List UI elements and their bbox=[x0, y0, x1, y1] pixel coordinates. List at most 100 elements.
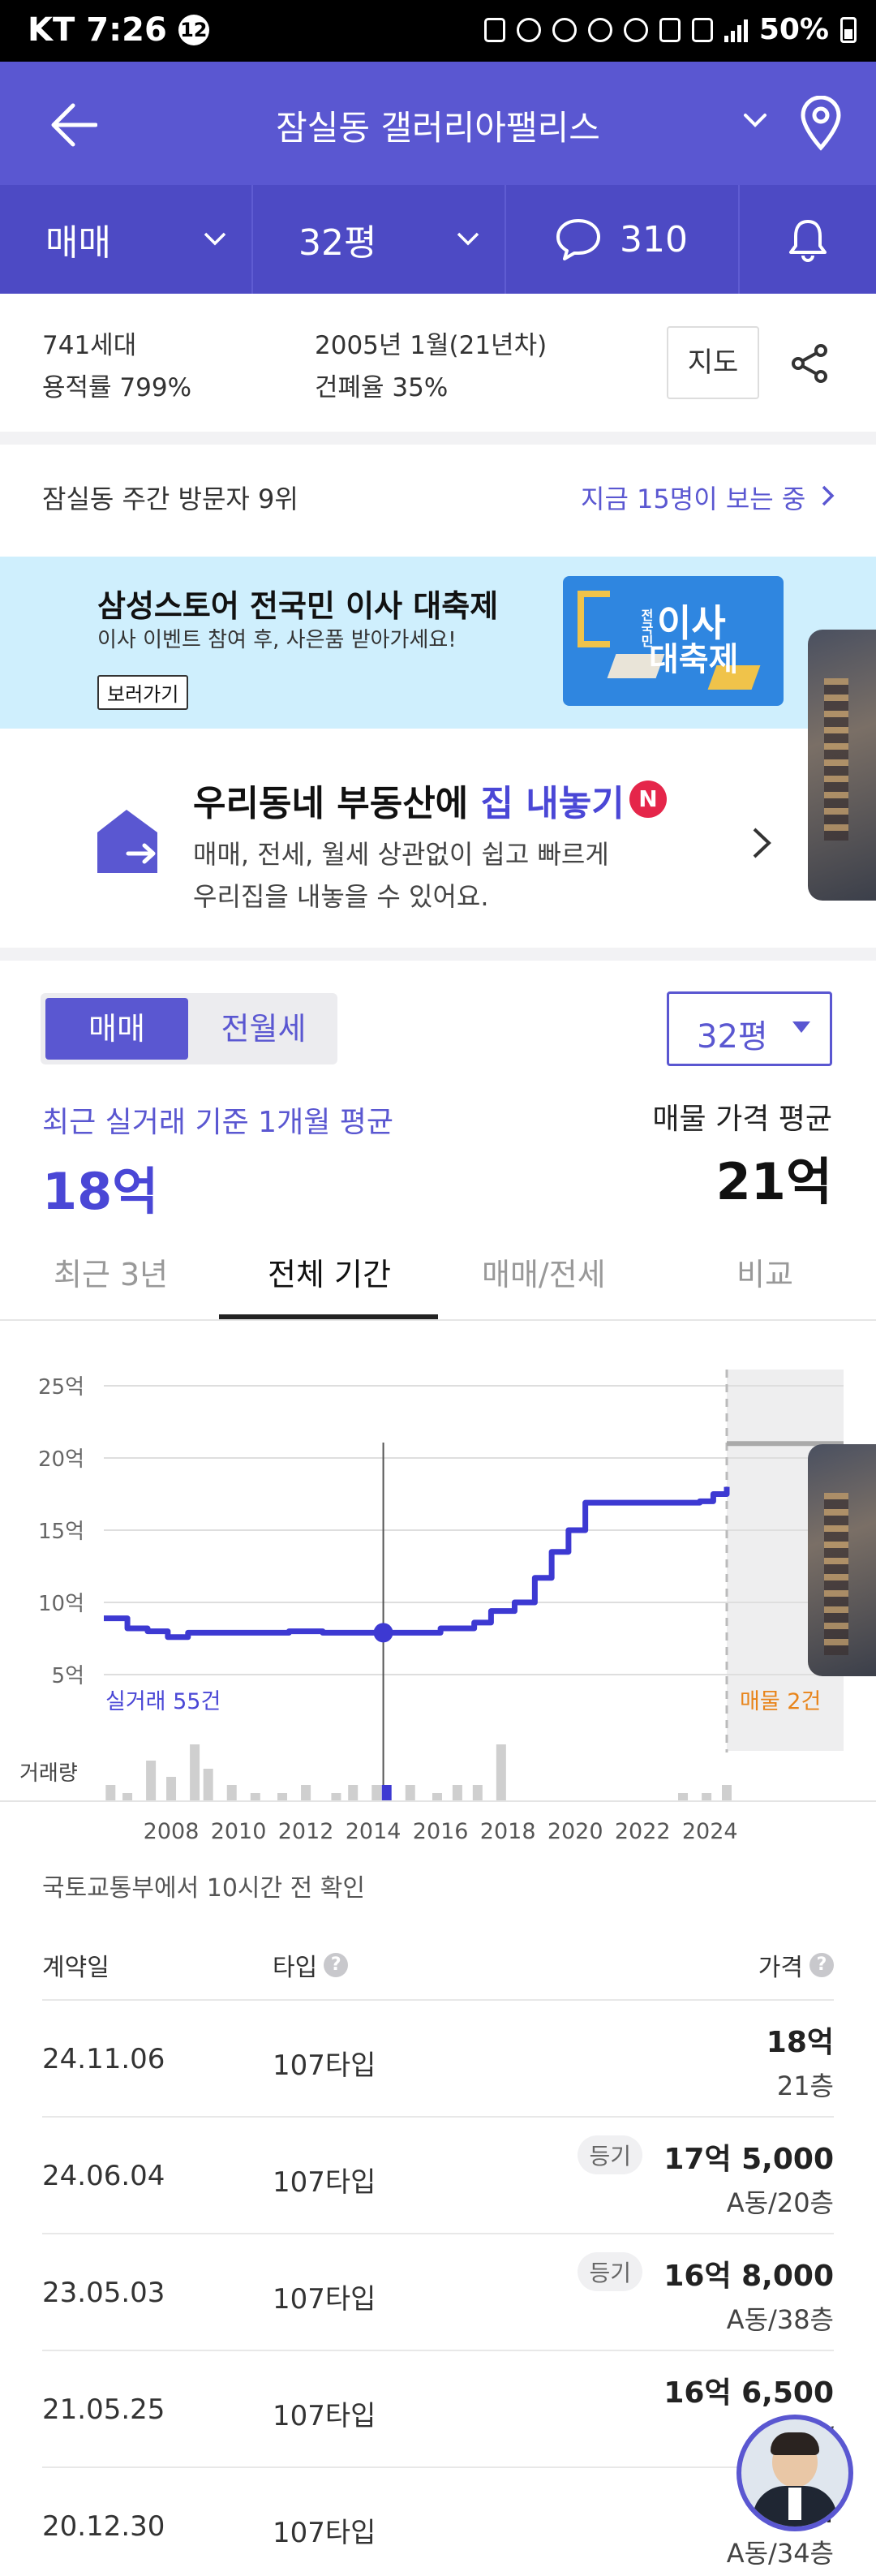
volume-bar bbox=[452, 1785, 462, 1801]
help-icon[interactable]: ? bbox=[809, 1953, 834, 1977]
row-date: 20.12.30 bbox=[42, 2510, 165, 2543]
row-date: 24.11.06 bbox=[42, 2043, 165, 2075]
row-price: 17억 5,000 bbox=[663, 2143, 834, 2176]
list-my-home-banner[interactable]: 우리동네 부동산에 집 내놓기 N 매매, 전세, 월세 상관없이 쉽고 빠르게… bbox=[0, 738, 876, 948]
notification-button[interactable] bbox=[740, 185, 876, 294]
row-floor: A동/20층 bbox=[726, 2187, 834, 2218]
volume-bar bbox=[678, 1793, 689, 1801]
listing-count-label: 매물 2건 bbox=[740, 1689, 821, 1714]
tab-compare[interactable]: 비교 bbox=[736, 1249, 793, 1294]
row-date: 23.05.03 bbox=[42, 2277, 165, 2309]
x-tick-label: 2024 bbox=[682, 1819, 738, 1844]
recent-avg-value: 18억 bbox=[42, 1162, 159, 1221]
x-tick-label: 2008 bbox=[144, 1819, 200, 1844]
x-tick-label: 2020 bbox=[548, 1819, 603, 1844]
tab-sale-jeonse[interactable]: 매매/전세 bbox=[482, 1249, 606, 1294]
size-select[interactable]: 32평 bbox=[667, 991, 832, 1066]
volume-bar bbox=[166, 1777, 177, 1801]
row-type: 107타입 bbox=[273, 2166, 376, 2199]
segment-sale[interactable]: 매매 bbox=[45, 998, 188, 1060]
visitor-rank-row[interactable]: 잠실동 주간 방문자 9위 지금 15명이 보는 중 bbox=[0, 445, 876, 547]
mute-icon bbox=[587, 17, 612, 42]
location-icon bbox=[623, 17, 648, 42]
column-price: 가격 ? bbox=[758, 1947, 834, 1983]
volume-bar bbox=[348, 1785, 359, 1801]
deal-type-dropdown[interactable]: 매매 bbox=[0, 185, 253, 294]
ad-cta-button[interactable]: 보러가기 bbox=[97, 675, 189, 710]
x-tick-label: 2010 bbox=[211, 1819, 267, 1844]
row-date: 21.05.25 bbox=[42, 2393, 165, 2426]
map-button[interactable]: 지도 bbox=[667, 326, 759, 399]
volume-bar bbox=[190, 1744, 200, 1801]
volume-bar bbox=[203, 1769, 213, 1801]
row-floor: A동/34층 bbox=[726, 2538, 834, 2569]
y-tick-label: 5억 bbox=[52, 1664, 84, 1688]
volume-bar bbox=[226, 1785, 237, 1801]
x-tick-label: 2014 bbox=[346, 1819, 402, 1844]
ad-title: 삼성스토어 전국민 이사 대축제 bbox=[97, 588, 499, 624]
size-select-label: 32평 bbox=[697, 1018, 768, 1056]
carrier-label: KT bbox=[28, 11, 75, 49]
x-tick-label: 2016 bbox=[413, 1819, 469, 1844]
floating-photo-thumbnail[interactable] bbox=[808, 630, 876, 901]
listing-title-a: 우리동네 부동산에 bbox=[193, 783, 481, 824]
table-row[interactable]: 23.05.03 107타입 16억 8,000 A동/38층 등기 bbox=[42, 2233, 834, 2350]
volume-bar bbox=[122, 1793, 133, 1801]
tab-all-period[interactable]: 전체 기간 bbox=[268, 1249, 391, 1294]
row-price: 18억 bbox=[766, 2026, 834, 2059]
comments-button[interactable]: 310 bbox=[506, 185, 740, 294]
volume-label: 거래량 bbox=[19, 1761, 78, 1786]
built-date: 2005년 1월(21년차) bbox=[315, 331, 548, 360]
deal-segment: 매매 전월세 bbox=[41, 993, 337, 1064]
table-row[interactable]: 21.05.25107타입16억 6,500A동/ bbox=[42, 2350, 834, 2466]
x-tick-label: 2018 bbox=[480, 1819, 536, 1844]
row-floor: A동/38층 bbox=[726, 2304, 834, 2335]
column-type-label: 타입 bbox=[273, 1954, 318, 1982]
help-icon[interactable]: ? bbox=[324, 1953, 349, 1977]
size-label: 32평 bbox=[298, 222, 377, 264]
segment-rent[interactable]: 전월세 bbox=[195, 998, 333, 1060]
listing-avg-label: 매물 가격 평균 bbox=[652, 1103, 832, 1136]
chevron-down-icon[interactable] bbox=[743, 112, 767, 128]
volume-bar bbox=[496, 1744, 506, 1801]
battery-saver-icon bbox=[483, 17, 505, 42]
chevron-down-icon bbox=[457, 232, 479, 246]
location-pin-icon[interactable] bbox=[800, 96, 842, 151]
column-price-label: 가격 bbox=[758, 1954, 803, 1982]
listing-title: 우리동네 부동산에 집 내놓기 bbox=[193, 774, 625, 826]
table-row[interactable]: 24.06.04 107타입 17억 5,000 A동/20층 등기 bbox=[42, 2116, 834, 2233]
signal-icon bbox=[724, 18, 748, 42]
chevron-down-icon bbox=[204, 232, 226, 246]
section-divider bbox=[0, 432, 876, 445]
listing-line2: 우리집을 내놓을 수 있어요. bbox=[193, 881, 489, 912]
ad-banner[interactable]: 삼성스토어 전국민 이사 대축제 이사 이벤트 참여 후, 사은품 받아가세요!… bbox=[0, 557, 876, 729]
registered-tag: 등기 bbox=[578, 2135, 642, 2174]
agent-avatar[interactable] bbox=[736, 2415, 853, 2531]
row-price: 16억 6,500 bbox=[663, 2376, 834, 2410]
section-divider bbox=[0, 948, 876, 961]
volume-bar bbox=[146, 1761, 157, 1801]
complex-info: 741세대 용적률 799% 2005년 1월(21년차) 건폐율 35% 지도 bbox=[0, 294, 876, 432]
size-dropdown[interactable]: 32평 bbox=[253, 185, 506, 294]
row-price: 16억 8,000 bbox=[663, 2260, 834, 2293]
filter-bar: 매매 32평 310 bbox=[0, 185, 876, 294]
x-tick-label: 2022 bbox=[615, 1819, 671, 1844]
volume-bar bbox=[277, 1793, 288, 1801]
floating-photo-thumbnail[interactable] bbox=[808, 1444, 876, 1676]
time-label: 7:26 bbox=[86, 11, 167, 49]
table-row[interactable]: 20.12.30107타입16억A동/34층 bbox=[42, 2466, 834, 2576]
share-icon[interactable] bbox=[788, 342, 831, 385]
table-row[interactable]: 24.11.06 107타입 18억 21층 bbox=[42, 1999, 834, 2116]
y-tick-label: 25억 bbox=[38, 1375, 84, 1400]
hd-icon bbox=[659, 17, 681, 42]
tab-recent-3y[interactable]: 최근 3년 bbox=[54, 1249, 168, 1294]
app-header: 잠실동 갤러리아팰리스 bbox=[0, 62, 876, 185]
column-date: 계약일 bbox=[42, 1954, 110, 1982]
listing-avg-value: 21억 bbox=[715, 1152, 832, 1211]
comment-count: 310 bbox=[620, 218, 688, 260]
status-bar: KT 7:26 12 50% bbox=[0, 0, 876, 62]
x-tick-label: 2012 bbox=[278, 1819, 334, 1844]
caret-down-icon bbox=[792, 1021, 810, 1033]
price-chart[interactable]: 25억 20억 15억 10억 5억실거래 55건 매물 2건거래량 2008 2010 201… bbox=[0, 1331, 876, 1850]
row-date: 24.06.04 bbox=[42, 2160, 165, 2192]
